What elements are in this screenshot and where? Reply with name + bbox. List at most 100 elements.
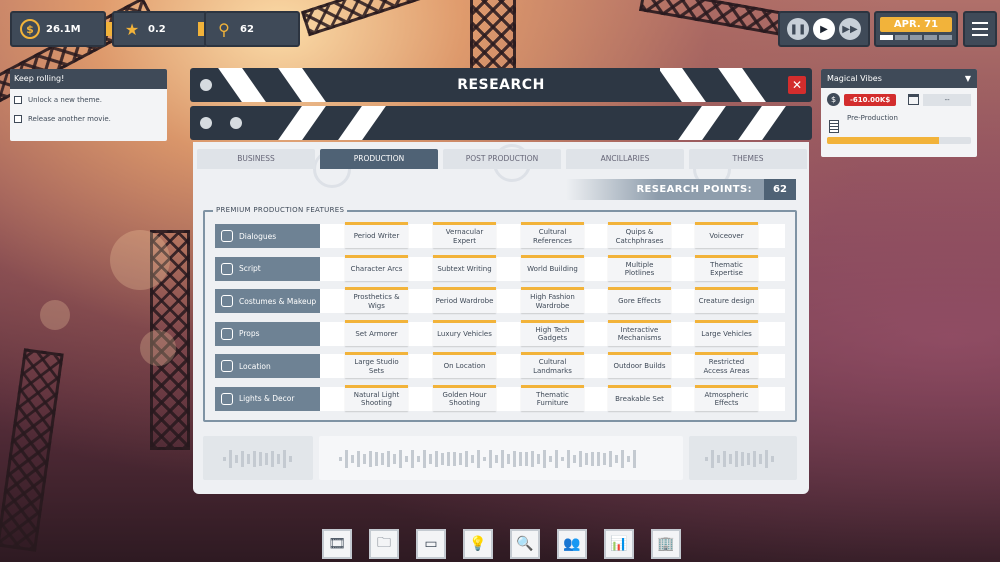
feature-row: Script Character Arcs Subtext Writing World… bbox=[215, 254, 785, 282]
wave-bar bbox=[729, 453, 732, 465]
wave-bar bbox=[465, 450, 468, 468]
wave-bar bbox=[247, 453, 250, 465]
light-bokeh bbox=[40, 300, 70, 330]
category-props[interactable]: Props bbox=[215, 321, 320, 346]
feature-button[interactable]: Cultural Landmarks bbox=[521, 352, 584, 378]
feature-button[interactable]: Thematic Furniture bbox=[521, 384, 584, 411]
research-points-stat[interactable]: ⚲ 62 bbox=[204, 11, 300, 47]
feature-button[interactable]: Gore Effects bbox=[608, 287, 671, 313]
feature-button[interactable]: High Tech Gadgets bbox=[521, 319, 584, 346]
feature-button[interactable]: Interactive Mechanisms bbox=[608, 319, 671, 346]
wave-bar bbox=[759, 454, 762, 464]
tab-business[interactable]: BUSINESS bbox=[197, 149, 315, 169]
wave-bar bbox=[531, 451, 534, 467]
movie-panel[interactable]: Magical Vibes ▼ $ -610.00K$ -- Pre-Produ… bbox=[821, 69, 977, 157]
wave-bar bbox=[549, 455, 552, 463]
wave-bar bbox=[423, 450, 426, 468]
wave-bar bbox=[753, 450, 756, 467]
category-label: Location bbox=[239, 361, 271, 371]
play-button[interactable]: ▶ bbox=[813, 18, 835, 40]
hinge-icon bbox=[200, 117, 212, 129]
pen-icon bbox=[221, 230, 233, 242]
tab-production[interactable]: PRODUCTION bbox=[320, 149, 438, 169]
date-progress-segment bbox=[939, 35, 952, 40]
feature-button[interactable]: Quips & Catchphrases bbox=[608, 222, 671, 248]
category-script[interactable]: Script bbox=[215, 256, 320, 281]
feature-button[interactable]: Restricted Access Areas bbox=[695, 352, 758, 378]
feature-button[interactable]: Prosthetics & Wigs bbox=[345, 287, 408, 313]
feature-button[interactable]: Breakable Set bbox=[608, 384, 671, 411]
feature-button[interactable]: Multiple Plotlines bbox=[608, 254, 671, 281]
money-stat[interactable]: $ 26.1M bbox=[10, 11, 106, 47]
feature-button[interactable]: Golden Hour Shooting bbox=[433, 384, 496, 411]
truss-beam-right bbox=[639, 0, 791, 37]
main-menu-button[interactable] bbox=[963, 11, 997, 47]
feature-button[interactable]: Outdoor Builds bbox=[608, 352, 671, 378]
wave-bar bbox=[747, 452, 750, 466]
feature-button[interactable]: Cultural References bbox=[521, 222, 584, 248]
film-button[interactable]: 🎞 bbox=[322, 529, 352, 559]
wave-bar bbox=[345, 450, 348, 468]
research-button[interactable]: 🔍 bbox=[510, 529, 540, 559]
wave-bar bbox=[339, 457, 342, 461]
feature-button[interactable]: Natural Light Shooting bbox=[345, 384, 408, 411]
research-points-label: RESEARCH POINTS: bbox=[636, 184, 752, 195]
movie-stage-row: Pre-Production bbox=[821, 108, 977, 133]
clapper-stripe bbox=[738, 106, 786, 140]
category-lights-decor[interactable]: Lights & Decor bbox=[215, 386, 320, 411]
people-button[interactable]: 👥 bbox=[557, 529, 587, 559]
building-button[interactable]: 🏢 bbox=[651, 529, 681, 559]
feature-button[interactable]: Set Armorer bbox=[345, 319, 408, 346]
wave-bar bbox=[723, 450, 726, 468]
movie-budget: -610.00K$ bbox=[844, 93, 897, 106]
lightbulb-button[interactable]: 💡 bbox=[463, 529, 493, 559]
folder-button[interactable]: 🗀 bbox=[369, 529, 399, 559]
feature-button[interactable]: Atmospheric Effects bbox=[695, 384, 758, 411]
tab-post-production[interactable]: POST PRODUCTION bbox=[443, 149, 561, 169]
wave-bar bbox=[223, 457, 226, 461]
feature-button[interactable]: Vernacular Expert bbox=[433, 222, 496, 248]
feature-button[interactable]: Subtext Writing bbox=[433, 254, 496, 281]
section-title: PREMIUM PRODUCTION FEATURES bbox=[213, 206, 348, 214]
feature-row: Dialogues Period Writer Vernacular Expert C… bbox=[215, 222, 785, 249]
category-dialogues[interactable]: Dialogues bbox=[215, 224, 320, 248]
movie-header[interactable]: Magical Vibes ▼ bbox=[821, 69, 977, 88]
tab-ancillaries[interactable]: ANCILLARIES bbox=[566, 149, 684, 169]
feature-button[interactable]: Voiceover bbox=[695, 222, 758, 248]
tab-themes[interactable]: THEMES bbox=[689, 149, 807, 169]
pause-button[interactable]: ❚❚ bbox=[787, 18, 809, 40]
feature-button[interactable]: Large Studio Sets bbox=[345, 352, 408, 378]
feature-button[interactable]: World Building bbox=[521, 254, 584, 281]
feature-button[interactable]: Thematic Expertise bbox=[695, 254, 758, 281]
feature-button[interactable]: Period Writer bbox=[345, 222, 408, 248]
wave-bar bbox=[357, 450, 360, 468]
calendar-icon bbox=[908, 94, 920, 105]
feature-button[interactable]: Luxury Vehicles bbox=[433, 319, 496, 346]
wave-bar bbox=[241, 450, 244, 468]
feature-button[interactable]: High Fashion Wardrobe bbox=[521, 287, 584, 313]
feature-button[interactable]: Character Arcs bbox=[345, 254, 408, 281]
collapse-triangle-icon[interactable]: ▼ bbox=[965, 69, 971, 88]
feature-button[interactable]: Period Wardrobe bbox=[433, 287, 496, 313]
feature-button[interactable]: Large Vehicles bbox=[695, 319, 758, 346]
category-costumes-makeup[interactable]: Costumes & Makeup bbox=[215, 289, 320, 313]
wave-bar bbox=[489, 450, 492, 468]
close-button[interactable]: ✕ bbox=[788, 76, 806, 94]
wave-bar bbox=[771, 455, 774, 463]
wave-bar bbox=[483, 456, 486, 462]
wave-bar bbox=[405, 455, 408, 463]
wave-bar bbox=[735, 451, 738, 467]
fast-forward-button[interactable]: ▶▶ bbox=[839, 18, 861, 40]
category-location[interactable]: Location bbox=[215, 354, 320, 378]
wave-bar bbox=[229, 450, 232, 468]
lights-icon bbox=[221, 392, 233, 405]
feature-button[interactable]: On Location bbox=[433, 352, 496, 378]
category-label: Dialogues bbox=[239, 231, 277, 241]
stats-button[interactable]: 📊 bbox=[604, 529, 634, 559]
rating-stat[interactable]: ★ 0.2 bbox=[112, 11, 208, 47]
screen-button[interactable]: ▭ bbox=[416, 529, 446, 559]
magnifier-icon: ⚲ bbox=[218, 19, 230, 39]
wave-bar bbox=[633, 450, 636, 468]
location-icon bbox=[221, 360, 233, 372]
feature-button[interactable]: Creature design bbox=[695, 287, 758, 313]
